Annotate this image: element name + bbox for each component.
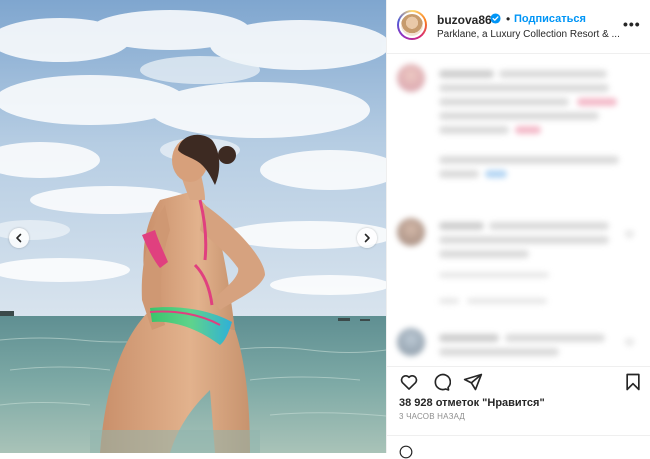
verified-badge-icon bbox=[490, 13, 501, 24]
post-timestamp: 3 ЧАСОВ НАЗАД bbox=[399, 412, 466, 421]
author-username[interactable]: buzova86 bbox=[437, 13, 492, 27]
previous-photo-button[interactable] bbox=[9, 228, 29, 248]
header-separator: • bbox=[506, 12, 511, 26]
post-location[interactable]: Parklane, a Luxury Collection Resort & .… bbox=[437, 29, 620, 40]
send-icon[interactable] bbox=[463, 372, 483, 392]
comments-list bbox=[387, 54, 650, 366]
next-photo-button[interactable] bbox=[357, 228, 377, 248]
comment-composer bbox=[387, 435, 650, 459]
author-avatar[interactable] bbox=[397, 10, 427, 40]
post-action-bar bbox=[387, 366, 650, 397]
chevron-left-icon bbox=[16, 233, 22, 243]
likes-count[interactable]: 38 928 отметок "Нравится" bbox=[399, 397, 545, 409]
more-options-icon[interactable]: ••• bbox=[623, 16, 641, 32]
beach-photo-image bbox=[0, 0, 386, 453]
heart-icon[interactable] bbox=[399, 372, 419, 392]
follow-button[interactable]: Подписаться bbox=[514, 13, 586, 25]
bookmark-icon[interactable] bbox=[623, 372, 643, 392]
post-photo[interactable] bbox=[0, 0, 386, 453]
post-header: buzova86 • Подписаться Parklane, a Luxur… bbox=[387, 0, 650, 54]
comment-icon[interactable] bbox=[431, 372, 451, 392]
emoji-icon[interactable] bbox=[399, 445, 413, 459]
post-side-panel: buzova86 • Подписаться Parklane, a Luxur… bbox=[386, 0, 650, 459]
chevron-right-icon bbox=[364, 233, 370, 243]
